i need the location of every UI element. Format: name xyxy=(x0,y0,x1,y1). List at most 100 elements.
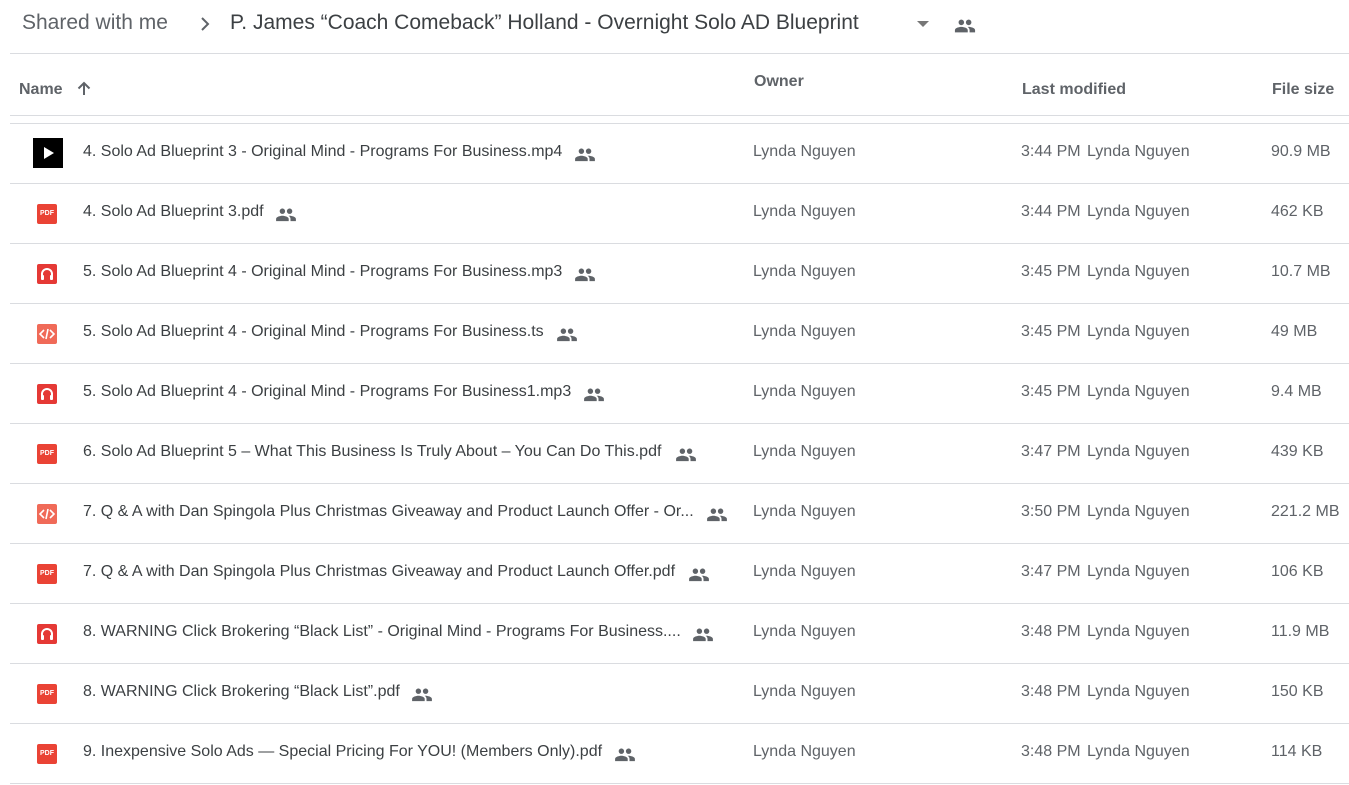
file-row[interactable]: 4. Solo Ad Blueprint 3 - Original Mind -… xyxy=(10,124,1349,184)
file-row[interactable]: PDF 6. Solo Ad Blueprint 5 – What This B… xyxy=(10,424,1349,484)
file-row[interactable]: PDF 7. Q & A with Dan Spingola Plus Chri… xyxy=(10,544,1349,604)
file-row[interactable]: 5. Solo Ad Blueprint 4 - Original Mind -… xyxy=(10,304,1349,364)
file-size: 439 KB xyxy=(1271,443,1324,460)
file-size: 9.4 MB xyxy=(1271,383,1322,400)
code-icon xyxy=(37,504,57,524)
audio-icon xyxy=(37,624,57,644)
shared-people-icon xyxy=(276,208,297,222)
file-modified-by: Lynda Nguyen xyxy=(1087,323,1190,340)
file-name[interactable]: 7. Q & A with Dan Spingola Plus Christma… xyxy=(83,563,675,581)
file-name[interactable]: 8. WARNING Click Brokering “Black List” … xyxy=(83,623,681,641)
audio-icon xyxy=(37,264,57,284)
file-modified-time: 3:44 PM xyxy=(1021,143,1081,160)
file-modified-time: 3:48 PM xyxy=(1021,683,1081,700)
file-owner: Lynda Nguyen xyxy=(753,503,856,520)
file-owner: Lynda Nguyen xyxy=(753,623,856,640)
column-header-file-size[interactable]: File size xyxy=(1272,81,1334,99)
file-modified-by: Lynda Nguyen xyxy=(1087,563,1190,580)
file-size: 150 KB xyxy=(1271,683,1324,700)
file-size: 462 KB xyxy=(1271,203,1324,220)
breadcrumb-current-folder[interactable]: P. James “Coach Comeback” Holland - Over… xyxy=(230,11,859,35)
file-size: 10.7 MB xyxy=(1271,263,1331,280)
breadcrumb-shared-with-me[interactable]: Shared with me xyxy=(22,11,168,35)
file-size: 11.9 MB xyxy=(1271,623,1330,640)
dropdown-caret-icon[interactable] xyxy=(917,21,929,27)
file-name[interactable]: 5. Solo Ad Blueprint 4 - Original Mind -… xyxy=(83,263,562,281)
file-modified-time: 3:48 PM xyxy=(1021,743,1081,760)
file-size: 221.2 MB xyxy=(1271,503,1340,520)
shared-people-icon[interactable] xyxy=(954,15,976,37)
file-modified-time: 3:45 PM xyxy=(1021,263,1081,280)
divider xyxy=(10,115,1349,116)
column-header-last-modified[interactable]: Last modified xyxy=(1022,81,1126,99)
file-modified-by: Lynda Nguyen xyxy=(1087,143,1190,160)
file-modified-time: 3:48 PM xyxy=(1021,623,1081,640)
shared-people-icon xyxy=(575,268,596,282)
file-modified-time: 3:47 PM xyxy=(1021,443,1081,460)
file-modified-by: Lynda Nguyen xyxy=(1087,683,1190,700)
file-modified-by: Lynda Nguyen xyxy=(1087,623,1190,640)
column-header-row: Name Owner Last modified File size xyxy=(0,54,1349,115)
shared-people-icon xyxy=(676,448,697,462)
file-modified-time: 3:44 PM xyxy=(1021,203,1081,220)
file-owner: Lynda Nguyen xyxy=(753,143,856,160)
file-row[interactable]: 5. Solo Ad Blueprint 4 - Original Mind -… xyxy=(10,244,1349,304)
file-modified-by: Lynda Nguyen xyxy=(1087,263,1190,280)
file-modified-by: Lynda Nguyen xyxy=(1087,743,1190,760)
file-size: 114 KB xyxy=(1271,743,1323,760)
file-name[interactable]: 8. WARNING Click Brokering “Black List”.… xyxy=(83,683,400,701)
sort-arrow-up-icon[interactable] xyxy=(75,80,93,98)
file-size: 106 KB xyxy=(1271,563,1324,580)
chevron-right-icon xyxy=(201,17,210,31)
pdf-icon: PDF xyxy=(37,564,57,584)
file-owner: Lynda Nguyen xyxy=(753,443,856,460)
shared-people-icon xyxy=(411,688,432,702)
file-modified-by: Lynda Nguyen xyxy=(1087,203,1190,220)
file-modified-by: Lynda Nguyen xyxy=(1087,503,1190,520)
shared-people-icon xyxy=(556,328,577,342)
file-row[interactable]: 7. Q & A with Dan Spingola Plus Christma… xyxy=(10,484,1349,544)
shared-people-icon xyxy=(707,508,728,522)
file-name[interactable]: 5. Solo Ad Blueprint 4 - Original Mind -… xyxy=(83,323,544,341)
file-row[interactable]: PDF 9. Inexpensive Solo Ads — Special Pr… xyxy=(10,724,1349,784)
file-name[interactable]: 9. Inexpensive Solo Ads — Special Pricin… xyxy=(83,743,602,761)
file-size: 49 MB xyxy=(1271,323,1318,340)
file-row[interactable]: 8. WARNING Click Brokering “Black List” … xyxy=(10,604,1349,664)
file-owner: Lynda Nguyen xyxy=(753,563,856,580)
audio-icon xyxy=(37,384,57,404)
file-name[interactable]: 4. Solo Ad Blueprint 3 - Original Mind -… xyxy=(83,143,562,161)
file-modified-by: Lynda Nguyen xyxy=(1087,383,1190,400)
shared-people-icon xyxy=(575,148,596,162)
file-owner: Lynda Nguyen xyxy=(753,263,856,280)
file-size: 90.9 MB xyxy=(1271,143,1331,160)
file-modified-by: Lynda Nguyen xyxy=(1087,443,1190,460)
file-modified-time: 3:47 PM xyxy=(1021,563,1081,580)
file-name[interactable]: 6. Solo Ad Blueprint 5 – What This Busin… xyxy=(83,443,661,461)
file-modified-time: 3:50 PM xyxy=(1021,503,1081,520)
shared-people-icon xyxy=(688,568,709,582)
file-list: 4. Solo Ad Blueprint 3 - Original Mind -… xyxy=(10,124,1349,784)
column-header-owner[interactable]: Owner xyxy=(754,73,804,91)
file-row[interactable]: PDF 8. WARNING Click Brokering “Black Li… xyxy=(10,664,1349,724)
breadcrumb: Shared with me P. James “Coach Comeback”… xyxy=(0,0,1349,50)
pdf-icon: PDF xyxy=(37,744,57,764)
file-name[interactable]: 5. Solo Ad Blueprint 4 - Original Mind -… xyxy=(83,383,571,401)
shared-people-icon xyxy=(615,748,636,762)
shared-people-icon xyxy=(584,388,604,402)
code-icon xyxy=(37,324,57,344)
pdf-icon: PDF xyxy=(37,684,57,704)
file-row[interactable]: 5. Solo Ad Blueprint 4 - Original Mind -… xyxy=(10,364,1349,424)
video-icon xyxy=(33,138,63,168)
file-modified-time: 3:45 PM xyxy=(1021,383,1081,400)
column-header-name[interactable]: Name xyxy=(19,81,63,99)
pdf-icon: PDF xyxy=(37,204,57,224)
file-owner: Lynda Nguyen xyxy=(753,383,856,400)
file-owner: Lynda Nguyen xyxy=(753,683,856,700)
file-modified-time: 3:45 PM xyxy=(1021,323,1081,340)
file-owner: Lynda Nguyen xyxy=(753,203,856,220)
file-name[interactable]: 7. Q & A with Dan Spingola Plus Christma… xyxy=(83,503,694,521)
file-owner: Lynda Nguyen xyxy=(753,323,856,340)
file-owner: Lynda Nguyen xyxy=(753,743,856,760)
file-name[interactable]: 4. Solo Ad Blueprint 3.pdf xyxy=(83,203,264,221)
file-row[interactable]: PDF 4. Solo Ad Blueprint 3.pdf Lynda Ngu… xyxy=(10,184,1349,244)
